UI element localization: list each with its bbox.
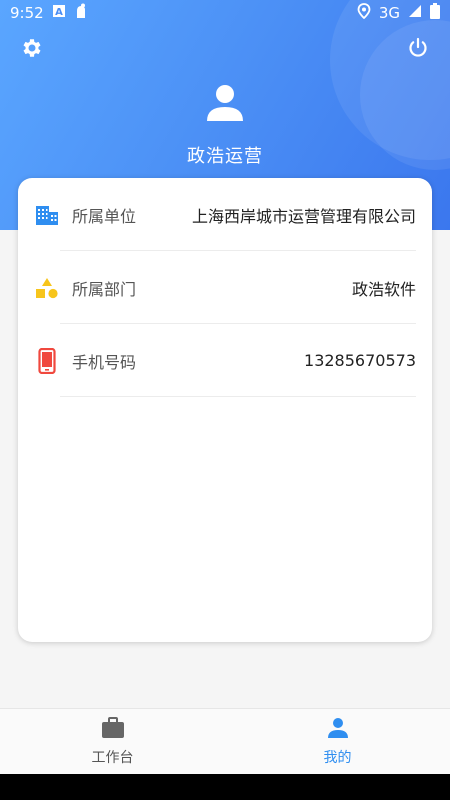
system-navigation-bar — [0, 774, 450, 800]
notification-a-icon: A — [52, 4, 66, 22]
company-name: 政浩运营 — [187, 146, 263, 167]
info-card: 所属单位 上海西岸城市运营管理有限公司 所属部门 政浩软件 手机号码 13285… — [18, 178, 432, 642]
info-label: 手机号码 — [72, 352, 137, 372]
location-icon — [357, 3, 371, 23]
signal-icon — [408, 4, 422, 22]
battery-icon — [430, 3, 440, 23]
status-bar: 9:52 A 3G — [0, 0, 450, 26]
phone-icon — [34, 347, 60, 374]
tab-label: 工作台 — [91, 749, 134, 766]
tab-mine[interactable]: 我的 — [225, 709, 450, 774]
person-icon — [327, 717, 349, 743]
network-type: 3G — [378, 4, 400, 22]
shapes-icon — [34, 275, 60, 301]
info-row-unit: 所属单位 上海西岸城市运营管理有限公司 — [18, 178, 432, 251]
avatar — [200, 80, 250, 130]
app-icon — [74, 3, 88, 23]
user-avatar-icon — [203, 81, 247, 129]
tab-label: 我的 — [323, 749, 352, 766]
gear-icon — [20, 36, 44, 64]
bottom-tab-bar: 工作台 我的 — [0, 708, 450, 774]
phone-number: 13285670573 — [304, 351, 416, 370]
building-icon — [34, 202, 60, 228]
info-value: 上海西岸城市运营管理有限公司 — [191, 206, 416, 226]
logout-button[interactable] — [402, 34, 434, 66]
briefcase-icon — [101, 716, 125, 743]
tab-workbench[interactable]: 工作台 — [0, 709, 225, 774]
settings-button[interactable] — [16, 34, 48, 66]
info-row-department: 所属部门 政浩软件 — [18, 251, 432, 324]
power-icon — [406, 36, 430, 64]
info-row-phone: 手机号码 13285670573 — [18, 324, 432, 397]
info-label: 所属单位 — [72, 206, 137, 226]
svg-text:A: A — [55, 7, 63, 18]
info-label: 所属部门 — [72, 279, 137, 299]
info-value: 政浩软件 — [351, 279, 416, 299]
row-divider — [60, 396, 416, 397]
status-time: 9:52 — [10, 4, 44, 22]
